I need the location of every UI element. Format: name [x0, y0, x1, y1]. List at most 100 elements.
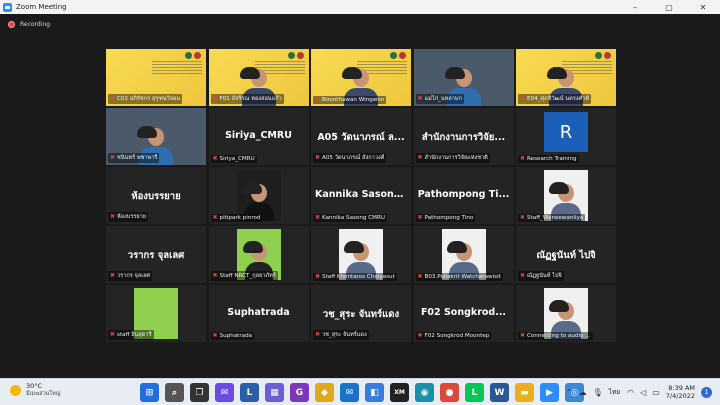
participant-name: Staff_Waneewanliya: [527, 215, 584, 221]
participant-name: C02 อภิรัชกร สุรุฑนวิจอม: [117, 96, 181, 102]
participant-tile[interactable]: Kannika Sasong ... ✖ Kannika Sasong CMRU: [311, 167, 411, 224]
battery-icon[interactable]: ▭: [652, 388, 660, 397]
participant-tile[interactable]: ✖ C02 อภิรัชกร สุรุฑนวิจอม: [106, 49, 206, 106]
speaker-icon[interactable]: ◁: [640, 388, 646, 397]
edge-icon[interactable]: ◉: [415, 383, 434, 402]
participant-caption: ✖ ห้องบรรยาย: [108, 212, 149, 222]
participant-name: ชนินทร์ พชาพารี: [117, 155, 158, 161]
weather-widget[interactable]: 30°C มีเมฆส่วนใหญ่: [10, 382, 60, 398]
muted-mic-icon: ✖: [315, 214, 321, 221]
participant-tile[interactable]: สำนักงานการวิจัย... ✖ สำนักงานการวิจัยแห่ง…: [413, 108, 514, 165]
calendar-app-icon[interactable]: ▦: [265, 383, 284, 402]
participant-tile[interactable]: วช_สุระ จันทร์แดง ✖ วช_สุระ จันทร์แดง: [311, 285, 411, 342]
line-icon[interactable]: L: [465, 383, 484, 402]
recording-dot-icon: [8, 20, 15, 28]
participant-tile[interactable]: ✖ แม่ไก่_นหลาบก: [413, 49, 514, 106]
participant-tile[interactable]: ✖ Staff Khontaros Chaiyasut: [311, 226, 411, 283]
participant-caption: ✖ pitipark pinrod: [210, 214, 263, 222]
gallery-view: ✖ C02 อภิรัชกร สุรุฑนวิจอม ✖ F01 อัจรีรณ ทอ…: [0, 34, 720, 378]
participant-caption: ✖ Suphatrada: [210, 332, 255, 340]
participant-tile[interactable]: F02 Songkrod... ✖ F02 Songkrod Moontep: [413, 285, 514, 342]
mail-app-icon[interactable]: ✉: [340, 383, 359, 402]
participant-caption: ✖ ชนินทร์ พชาพารี: [108, 153, 160, 163]
word-icon[interactable]: W: [490, 383, 509, 402]
participant-tile[interactable]: ห้องบรรยาย ✖ ห้องบรรยาย: [106, 167, 206, 224]
muted-mic-icon: ✖: [520, 214, 526, 221]
participant-name: Boonthawan Wingwon: [322, 97, 385, 103]
participant-caption: ✖ Staff_Waneewanliya: [518, 214, 586, 222]
participant-caption: ✖ สำนักงานการวิจัยแห่งชาติ: [415, 153, 490, 163]
participant-name: Suphatrada: [219, 333, 253, 339]
participant-tile[interactable]: Suphatrada ✖ Suphatrada: [208, 285, 309, 342]
chat-icon[interactable]: ✉: [215, 383, 234, 402]
participant-tile[interactable]: ณัฏฐนันท์ ไปจิ ✖ ณัฏฐนันท์ ไปจิ: [516, 226, 616, 283]
participant-name: Siriya_CMRU: [219, 156, 255, 162]
participant-tile[interactable]: R ✖ Research Training: [516, 108, 616, 165]
chrome-icon[interactable]: ●: [440, 383, 459, 402]
weather-temperature: 30°C: [26, 382, 43, 390]
participant-tile[interactable]: A05 วัดนาภรณ์ ล... ✖ A05 วัดนาภรณ์ สังกาวง…: [311, 108, 411, 165]
participant-caption: ✖ Staff Khontaros Chaiyasut: [313, 273, 397, 281]
participant-tile[interactable]: ✖ staff อินสุดารี: [106, 285, 206, 342]
participant-name: Research Training: [527, 156, 577, 162]
chevron-up-icon[interactable]: ⌃: [566, 388, 573, 397]
participant-tile[interactable]: Siriya_CMRU ✖ Siriya_CMRU: [208, 108, 309, 165]
participant-tile[interactable]: ✖ ชนินทร์ พชาพารี: [106, 108, 206, 165]
participant-name: Connecting to audio ...: [527, 333, 591, 339]
participant-tile[interactable]: ✖ Staff NRCT_กุลยาภัทร์: [208, 226, 309, 283]
taskbar: 30°C มีเมฆส่วนใหญ่ ⊞ ⌕ ❐ ✉ L ▦ G ◆ ✉ ◧ XM ◉ ● L W ▬ ▶ ◎ ⌃…: [0, 378, 720, 405]
recording-label[interactable]: Recording: [20, 21, 50, 28]
zoom-taskbar-icon[interactable]: ▶: [540, 383, 559, 402]
task-view-icon[interactable]: ❐: [190, 383, 209, 402]
participant-tile[interactable]: ✖ Connecting to audio ...: [516, 285, 616, 342]
muted-mic-icon: ✖: [110, 95, 116, 102]
store-app-icon[interactable]: ◧: [365, 383, 384, 402]
participant-tile[interactable]: Pathompong Ti... ✖ Pathompong Tino: [413, 167, 514, 224]
participant-tile[interactable]: ✖ Staff_Waneewanliya: [516, 167, 616, 224]
muted-mic-icon: ✖: [520, 332, 526, 339]
participant-tile[interactable]: ✖ B03.Pollakrit Watcharawisit: [413, 226, 514, 283]
close-button[interactable]: ✕: [686, 0, 720, 14]
muted-mic-icon: ✖: [417, 95, 423, 102]
participant-tile[interactable]: ✖ E04_ศุภชีวัฒน์ นครงคำดี: [516, 49, 616, 106]
muted-mic-icon: ✖: [417, 273, 423, 280]
participant-display-name: วรากร จุลเลศ: [127, 250, 185, 261]
participant-caption: ✖ Research Training: [518, 155, 579, 163]
clock[interactable]: 8:39 AM 7/4/2022: [666, 384, 695, 400]
wifi-icon[interactable]: ◠: [627, 388, 634, 397]
participant-name: F02 Songkrod Moontep: [424, 333, 490, 339]
participant-caption: ✖ แม่ไก่_นหลาบก: [415, 94, 464, 104]
participant-display-name: ณัฏฐนันท์ ไปจิ: [536, 250, 596, 261]
language-indicator[interactable]: ไทย: [609, 387, 620, 397]
search-icon[interactable]: ⌕: [165, 383, 184, 402]
microphone-icon[interactable]: 🎙: [593, 388, 603, 397]
participant-caption: ✖ Connecting to audio ...: [518, 332, 593, 340]
participant-caption: ✖ F01 อัจรีรณ ทองสอนแก้ว: [210, 94, 284, 104]
participant-grid: ✖ C02 อภิรัชกร สุรุฑนวิจอม ✖ F01 อัจรีรณ ทอ…: [106, 49, 616, 342]
participant-name: Staff Khontaros Chaiyasut: [322, 274, 395, 280]
participant-caption: ✖ F02 Songkrod Moontep: [415, 332, 492, 340]
participant-tile[interactable]: วรากร จุลเลศ ✖ วรากร จุลเลศ: [106, 226, 206, 283]
g-app-icon[interactable]: G: [290, 383, 309, 402]
l-app-icon[interactable]: L: [240, 383, 259, 402]
minimize-button[interactable]: –: [618, 0, 652, 14]
participant-display-name: สำนักงานการวิจัย...: [421, 132, 506, 143]
windows-start-icon[interactable]: ⊞: [140, 383, 159, 402]
participant-tile[interactable]: ✖ F01 อัจรีรณ ทองสอนแก้ว: [208, 49, 309, 106]
maximize-button[interactable]: ▢: [652, 0, 686, 14]
cloud-icon[interactable]: ☁: [579, 388, 587, 397]
participant-caption: ✖ ณัฏฐนันท์ ไปจิ: [518, 271, 564, 281]
file-explorer-icon[interactable]: ▬: [515, 383, 534, 402]
participant-name: E04_ศุภชีวัฒน์ นครงคำดี: [527, 96, 590, 102]
xm-app-icon[interactable]: XM: [390, 383, 409, 402]
muted-mic-icon: ✖: [212, 214, 218, 221]
participant-display-name: ห้องบรรยาย: [131, 191, 181, 202]
participant-tile[interactable]: ✖ pitipark pinrod: [208, 167, 309, 224]
muted-mic-icon: ✖: [315, 96, 321, 103]
muted-mic-icon: ✖: [417, 332, 423, 339]
participant-tile[interactable]: ✖ Boonthawan Wingwon: [311, 49, 411, 106]
muted-mic-icon: ✖: [315, 273, 321, 280]
notification-badge[interactable]: 1: [701, 386, 712, 398]
muted-mic-icon: ✖: [417, 214, 423, 221]
paint-app-icon[interactable]: ◆: [315, 383, 334, 402]
